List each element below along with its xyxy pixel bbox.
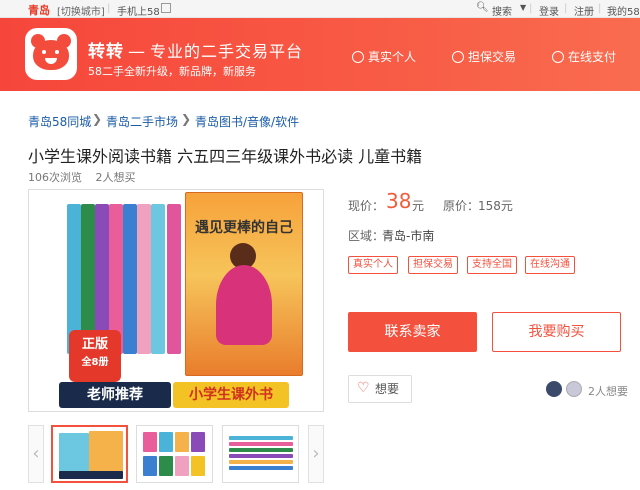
heart-icon: ♡ <box>357 380 370 396</box>
avatar[interactable] <box>546 381 562 397</box>
thumb-graphic <box>229 460 293 464</box>
book-spine <box>137 204 151 354</box>
badge-label: 真实个人 <box>368 50 417 64</box>
logo-face <box>33 40 69 70</box>
book-spine <box>167 204 181 354</box>
thumb-graphic <box>89 431 123 475</box>
book-cover: 遇见更棒的自己 <box>185 192 303 376</box>
badge-line2: 全8册 <box>81 357 109 368</box>
badge-guarantee: 担保交易 <box>452 48 516 65</box>
register-link[interactable]: 注册 <box>574 3 594 18</box>
thumb-graphic <box>229 454 293 458</box>
brand-slogan: 专业的二手交易平台 <box>150 42 304 61</box>
thumbnail[interactable] <box>136 425 213 483</box>
breadcrumb-item[interactable]: 青岛58同城 <box>28 113 91 130</box>
avatar[interactable] <box>566 381 582 397</box>
logo-eye <box>55 50 59 54</box>
book-spine <box>123 204 137 354</box>
current-city[interactable]: 青岛 <box>28 2 50 18</box>
top-nav-bar: 青岛 [切换城市] | 手机上58 🔍︎ 搜索 ▼ | 登录 | 注册 | 我的… <box>0 0 640 18</box>
original-price: 158元 <box>478 199 513 213</box>
thumb-graphic <box>143 432 157 452</box>
badge-real-person: 真实个人 <box>352 48 416 65</box>
thumbnail[interactable] <box>222 425 299 483</box>
brand-dash: — <box>128 42 146 62</box>
brand-title: 转转 — 专业的二手交易平台 <box>88 37 303 62</box>
want-count: 2人想要 <box>588 385 628 398</box>
product-stats: 106次浏览 2人想买 <box>28 169 146 185</box>
thumb-graphic <box>229 466 293 470</box>
service-tag: 真实个人 <box>348 256 398 274</box>
badge-label: 在线支付 <box>568 50 617 64</box>
service-tag: 在线沟通 <box>525 256 575 274</box>
divider: | <box>107 3 111 14</box>
chevron-right-icon: ❯ <box>181 112 192 126</box>
badge-line1: 正版 <box>81 337 108 352</box>
breadcrumb-item[interactable]: 青岛二手市场 <box>106 113 178 130</box>
brand-name: 转转 <box>88 42 124 62</box>
brand-subtitle: 58二手全新升级，新品牌，新服务 <box>88 65 256 78</box>
my58-link[interactable]: 我的58 <box>607 3 640 18</box>
logo-eye <box>42 50 46 54</box>
product-main-image[interactable]: 遇见更棒的自己 正版 全8册 老师推荐 小学生课外书 <box>28 189 324 412</box>
thumb-next-button[interactable]: › <box>308 425 324 483</box>
service-tag: 担保交易 <box>408 256 458 274</box>
price-label: 现价： <box>348 199 385 213</box>
thumbnail[interactable] <box>51 425 128 483</box>
badge-label: 担保交易 <box>468 50 517 64</box>
zhuanzhuan-logo[interactable] <box>25 28 77 80</box>
current-price: 38 <box>386 189 412 213</box>
yen-icon <box>552 50 564 63</box>
user-icon <box>352 50 364 63</box>
thumb-prev-button[interactable]: ‹ <box>28 425 44 483</box>
promo-right: 小学生课外书 <box>173 382 289 408</box>
thumb-graphic <box>229 448 293 452</box>
thumb-graphic <box>159 432 173 452</box>
badge-online-pay: 在线支付 <box>552 48 616 65</box>
thumb-graphic <box>59 433 89 473</box>
region-value: 青岛-市南 <box>382 229 435 243</box>
original-price-label: 原价： <box>443 199 480 213</box>
divider: | <box>598 3 602 14</box>
contact-seller-button[interactable]: 联系卖家 <box>348 312 477 352</box>
buy-now-button[interactable]: 我要购买 <box>492 312 621 352</box>
shield-icon <box>452 50 464 63</box>
service-tag: 支持全国 <box>467 256 517 274</box>
divider: | <box>564 3 568 14</box>
girl-dress <box>216 265 272 345</box>
divider: | <box>529 3 533 14</box>
thumb-graphic <box>143 456 157 476</box>
thumb-graphic <box>159 456 173 476</box>
product-title: 小学生课外阅读书籍 六五四三年级课外书必读 儿童书籍 <box>28 147 423 166</box>
want-buy-count: 2人想买 <box>95 171 136 184</box>
thumb-graphic <box>229 442 293 446</box>
qr-code-icon[interactable] <box>161 3 171 13</box>
mobile-app-link[interactable]: 手机上58 <box>117 3 160 18</box>
cover-title: 遇见更棒的自己 <box>195 220 293 236</box>
login-link[interactable]: 登录 <box>539 3 559 18</box>
search-icon[interactable]: 🔍︎ <box>476 2 489 13</box>
thumb-graphic <box>59 471 123 479</box>
chevron-right-icon: ❯ <box>92 112 103 126</box>
search-link[interactable]: 搜索 <box>492 3 512 18</box>
thumb-graphic <box>175 432 189 452</box>
breadcrumb-item[interactable]: 青岛图书/音像/软件 <box>195 113 299 130</box>
promo-banner: 老师推荐 小学生课外书 <box>59 382 291 408</box>
thumb-graphic <box>175 456 189 476</box>
thumb-graphic <box>191 456 205 476</box>
header-banner: 转转 — 专业的二手交易平台 58二手全新升级，新品牌，新服务 真实个人 担保交易 … <box>0 18 640 91</box>
view-count: 106次浏览 <box>28 171 82 184</box>
genuine-badge: 正版 全8册 <box>69 330 121 382</box>
region-label: 区域： <box>348 229 385 243</box>
book-spine <box>151 204 165 354</box>
promo-left: 老师推荐 <box>59 382 171 408</box>
switch-city-link[interactable]: [切换城市] <box>57 3 105 18</box>
chevron-down-icon: ▼ <box>520 3 527 12</box>
thumb-graphic <box>229 436 293 440</box>
thumb-graphic <box>191 432 205 452</box>
price-unit: 元 <box>412 199 425 213</box>
